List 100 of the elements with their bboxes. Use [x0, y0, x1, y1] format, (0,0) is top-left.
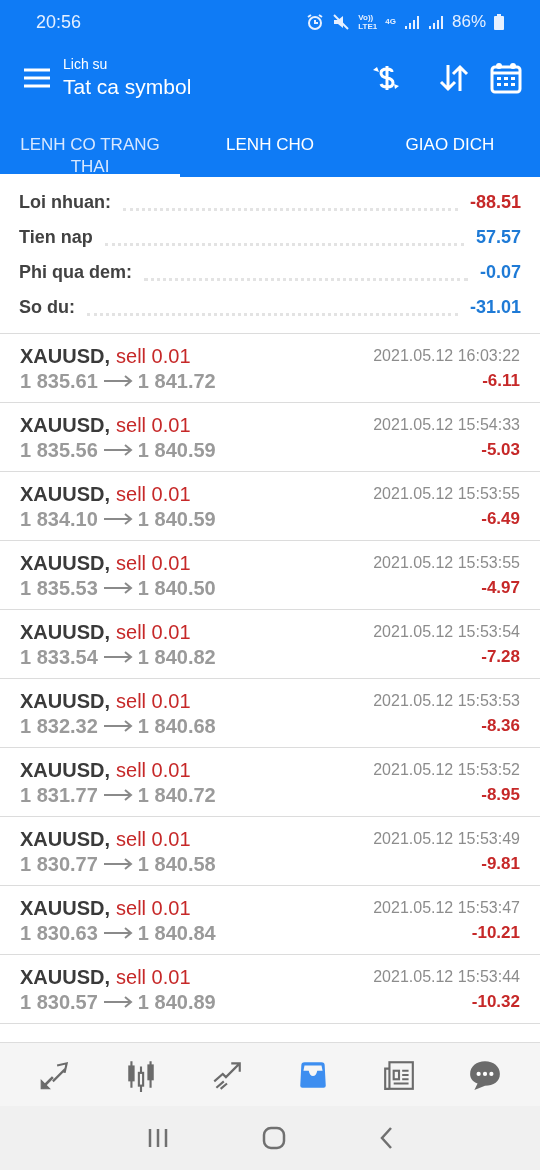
- trade-side: sell 0.01: [116, 688, 191, 714]
- trade-side: sell 0.01: [116, 412, 191, 438]
- symbol: XAUUSD,: [20, 826, 110, 852]
- summary-label: Tien nap: [19, 226, 93, 249]
- open-price: 1 835.56: [20, 437, 98, 463]
- signal-icon: [403, 15, 420, 29]
- symbol: XAUUSD,: [20, 619, 110, 645]
- right-arrow-icon: [102, 995, 133, 1008]
- trade-time: 2021.05.12 15:53:55: [373, 552, 520, 573]
- open-price: 1 834.10: [20, 506, 98, 532]
- header-subtitle: Lich su: [63, 55, 109, 73]
- trade-time: 2021.05.12 15:54:33: [373, 414, 520, 435]
- position-row[interactable]: XAUUSD, sell 0.01 2021.05.12 16:03:22 1 835.61 1 841.72 -6.11: [0, 334, 540, 403]
- symbol: XAUUSD,: [20, 343, 110, 369]
- open-price: 1 830.57: [20, 989, 98, 1015]
- summary-value: -88.51: [469, 191, 521, 214]
- battery-icon: [494, 14, 504, 30]
- right-arrow-icon: [102, 443, 133, 456]
- close-price: 1 840.89: [137, 989, 216, 1015]
- position-row[interactable]: XAUUSD, sell 0.01 2021.05.12 15:53:54 1 833.54 1 840.82 -7.28: [0, 610, 540, 679]
- close-price: 1 840.82: [137, 644, 216, 670]
- profit: -7.28: [481, 645, 520, 668]
- close-price: 1 840.84: [137, 920, 216, 946]
- position-row[interactable]: XAUUSD, sell 0.01 2021.05.12 15:53:55 1 834.10 1 840.59 -6.49: [0, 472, 540, 541]
- symbol: XAUUSD,: [20, 757, 110, 783]
- open-price: 1 831.77: [20, 782, 98, 808]
- trade-side: sell 0.01: [116, 343, 191, 369]
- right-arrow-icon: [102, 650, 133, 663]
- position-row[interactable]: XAUUSD, sell 0.01 2021.05.12 15:53:49 1 830.77 1 840.58 -9.81: [0, 817, 540, 886]
- symbol: XAUUSD,: [20, 481, 110, 507]
- summary-label: Loi nhuan:: [19, 191, 111, 214]
- clock: 20:56: [36, 10, 82, 34]
- profit: -10.21: [471, 921, 520, 944]
- profit: -6.49: [481, 507, 520, 530]
- recent-apps-icon[interactable]: [146, 1127, 169, 1149]
- trade-side: sell 0.01: [116, 481, 191, 507]
- home-icon[interactable]: [262, 1126, 286, 1150]
- trade-time: 2021.05.12 15:53:54: [373, 621, 520, 642]
- position-row[interactable]: XAUUSD, sell 0.01 2021.05.12 15:53:44 1 830.57 1 840.89 -10.32: [0, 955, 540, 1024]
- right-arrow-icon: [102, 788, 133, 801]
- right-arrow-icon: [102, 719, 133, 732]
- close-price: 1 840.59: [137, 437, 216, 463]
- trade-time: 2021.05.12 15:53:55: [373, 483, 520, 504]
- symbol: XAUUSD,: [20, 412, 110, 438]
- position-row[interactable]: XAUUSD, sell 0.01 2021.05.12 15:53:47 1 830.63 1 840.84 -10.21: [0, 886, 540, 955]
- profit: -8.95: [481, 783, 520, 806]
- summary-label: So du:: [19, 296, 75, 319]
- profit: -8.36: [481, 714, 520, 737]
- trade-time: 2021.05.12 15:53:44: [373, 966, 520, 987]
- right-arrow-icon: [102, 926, 133, 939]
- position-row[interactable]: XAUUSD, sell 0.01 2021.05.12 15:54:33 1 835.56 1 840.59 -5.03: [0, 403, 540, 472]
- trade-side: sell 0.01: [116, 757, 191, 783]
- position-row[interactable]: XAUUSD, sell 0.01 2021.05.12 15:53:55 1 835.53 1 840.50 -4.97: [0, 541, 540, 610]
- summary-value: -31.01: [469, 296, 521, 319]
- menu-icon[interactable]: [24, 67, 50, 89]
- network-label: 4G: [385, 16, 396, 28]
- symbol: XAUUSD,: [20, 964, 110, 990]
- trade-side: sell 0.01: [116, 895, 191, 921]
- calendar-button[interactable]: [488, 60, 524, 96]
- profit: -10.32: [471, 990, 520, 1013]
- open-price: 1 830.63: [20, 920, 98, 946]
- back-icon[interactable]: [379, 1126, 394, 1150]
- profit: -9.81: [481, 852, 520, 875]
- close-price: 1 841.72: [137, 368, 216, 394]
- tab[interactable]: GIAO DICH: [360, 112, 540, 177]
- close-price: 1 840.59: [137, 506, 216, 532]
- close-price: 1 840.68: [137, 713, 216, 739]
- close-price: 1 840.72: [137, 782, 216, 808]
- trade-time: 2021.05.12 16:03:22: [373, 345, 520, 366]
- symbol: XAUUSD,: [20, 895, 110, 921]
- position-row[interactable]: XAUUSD, sell 0.01 2021.05.12 15:53:53 1 832.32 1 840.68 -8.36: [0, 679, 540, 748]
- trade-side: sell 0.01: [116, 826, 191, 852]
- trade-side: sell 0.01: [116, 550, 191, 576]
- close-price: 1 840.58: [137, 851, 216, 877]
- close-price: 1 840.50: [137, 575, 216, 601]
- tab[interactable]: LENH CHO: [180, 112, 360, 177]
- trade-time: 2021.05.12 15:53:49: [373, 828, 520, 849]
- profit: -5.03: [481, 438, 520, 461]
- summary-value: -0.07: [479, 261, 521, 284]
- symbol: XAUUSD,: [20, 688, 110, 714]
- right-arrow-icon: [102, 512, 133, 525]
- trade-time: 2021.05.12 15:53:52: [373, 759, 520, 780]
- right-arrow-icon: [102, 581, 133, 594]
- summary-value: 57.57: [475, 226, 521, 249]
- right-arrow-icon: [102, 374, 133, 387]
- mute-icon: [332, 13, 351, 31]
- open-price: 1 832.32: [20, 713, 98, 739]
- profit: -4.97: [481, 576, 520, 599]
- right-arrow-icon: [102, 857, 133, 870]
- trade-side: sell 0.01: [116, 619, 191, 645]
- position-row[interactable]: XAUUSD, sell 0.01 2021.05.12 15:53:52 1 831.77 1 840.72 -8.95: [0, 748, 540, 817]
- network-label: Vo)): [358, 13, 375, 22]
- open-price: 1 833.54: [20, 644, 98, 670]
- open-price: 1 835.53: [20, 575, 98, 601]
- trade-side: sell 0.01: [116, 964, 191, 990]
- open-price: 1 835.61: [20, 368, 98, 394]
- signal-icon: [427, 15, 444, 29]
- trade-time: 2021.05.12 15:53:47: [373, 897, 520, 918]
- network-label: LTE1: [358, 22, 378, 31]
- profit: -6.11: [482, 369, 520, 392]
